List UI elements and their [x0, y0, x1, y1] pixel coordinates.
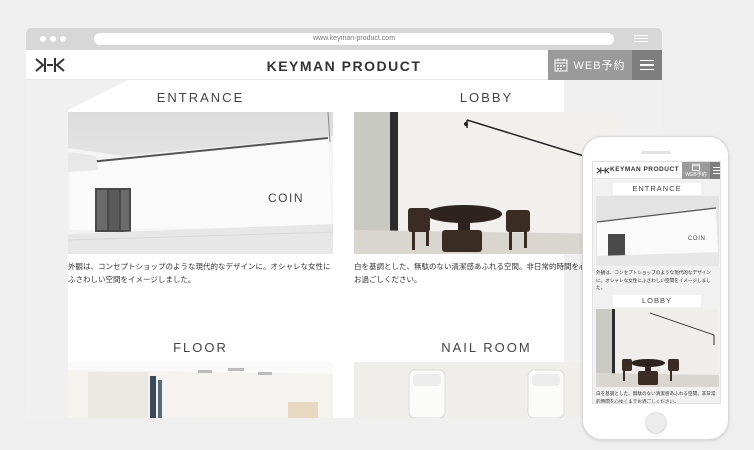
phone-web-reservation-button[interactable]: WEB予約: [682, 162, 710, 179]
site-header: KEYMAN PRODUCT WEB予約: [26, 50, 662, 80]
section-heading-floor: FLOOR: [173, 340, 228, 355]
entrance-photo: COIN: [68, 112, 333, 254]
browser-toolbar: www.keyman-product.com: [26, 28, 662, 50]
phone-coin-sign: COIN: [688, 236, 705, 242]
phone-lobby-photo: [596, 309, 719, 387]
window-controls: [40, 36, 66, 42]
lobby-photo: [354, 112, 619, 254]
calendar-icon: [554, 58, 568, 72]
browser-viewport: KEYMAN PRODUCT WEB予約 ENTRANCE COIN 外観は、コ…: [26, 50, 662, 418]
phone-keyman-logo-icon[interactable]: [596, 166, 610, 175]
phone-site-header: KEYMAN PRODUCT WEB予約: [593, 162, 720, 179]
section-heading-nail-room: NAIL ROOM: [441, 340, 532, 355]
phone-web-reservation-label: WEB予約: [685, 172, 707, 179]
decorative-gray-block: [26, 80, 68, 418]
desktop-browser-mockup: www.keyman-product.com KEYMAN PRODUCT WE…: [26, 28, 662, 418]
phone-home-button[interactable]: [645, 412, 667, 434]
section-heading-lobby: LOBBY: [459, 90, 514, 105]
section-heading-entrance: ENTRANCE: [156, 90, 245, 105]
nail-room-photo: [354, 362, 619, 418]
phone-heading-entrance: ENTRANCE: [613, 183, 701, 195]
phone-entrance-photo: COIN: [596, 196, 719, 266]
phone-calendar-icon: [692, 163, 700, 171]
window-dot-close[interactable]: [40, 36, 46, 42]
phone-entrance-caption: 外観は、コンセプトショップのような現代的なデザインに。オシャレな女性にふさわしい…: [596, 270, 711, 290]
smartphone-mockup: KEYMAN PRODUCT WEB予約 ENTRANCE COIN 外観は、コ: [582, 136, 729, 440]
web-reservation-button[interactable]: WEB予約: [548, 50, 632, 80]
phone-hamburger-menu-icon[interactable]: [710, 162, 720, 179]
browser-menu-icon[interactable]: [634, 35, 648, 43]
phone-screen: KEYMAN PRODUCT WEB予約 ENTRANCE COIN 外観は、コ: [592, 161, 721, 404]
phone-lobby-caption: 白を基調とした、無駄のない清潔感あふれる空間。非日常的時間を心ゆくまでお過ごしく…: [596, 391, 716, 404]
address-bar[interactable]: www.keyman-product.com: [94, 33, 614, 45]
phone-heading-lobby: LOBBY: [613, 295, 701, 307]
main-content: ENTRANCE COIN 外観は、コンセプトショップのような現代的なデザインに…: [26, 80, 662, 418]
phone-speaker: [641, 151, 671, 154]
web-reservation-label: WEB予約: [573, 60, 626, 72]
hamburger-menu-icon[interactable]: [632, 50, 662, 80]
entrance-caption: 外観は、コンセプトショップのような現代的なデザインに。オシャレな女性にふさわしい…: [68, 262, 331, 284]
floor-photo: [68, 362, 333, 418]
window-dot-minimize[interactable]: [50, 36, 56, 42]
phone-site-title[interactable]: KEYMAN PRODUCT: [610, 166, 679, 173]
coin-sign: COIN: [268, 191, 304, 205]
window-dot-maximize[interactable]: [60, 36, 66, 42]
